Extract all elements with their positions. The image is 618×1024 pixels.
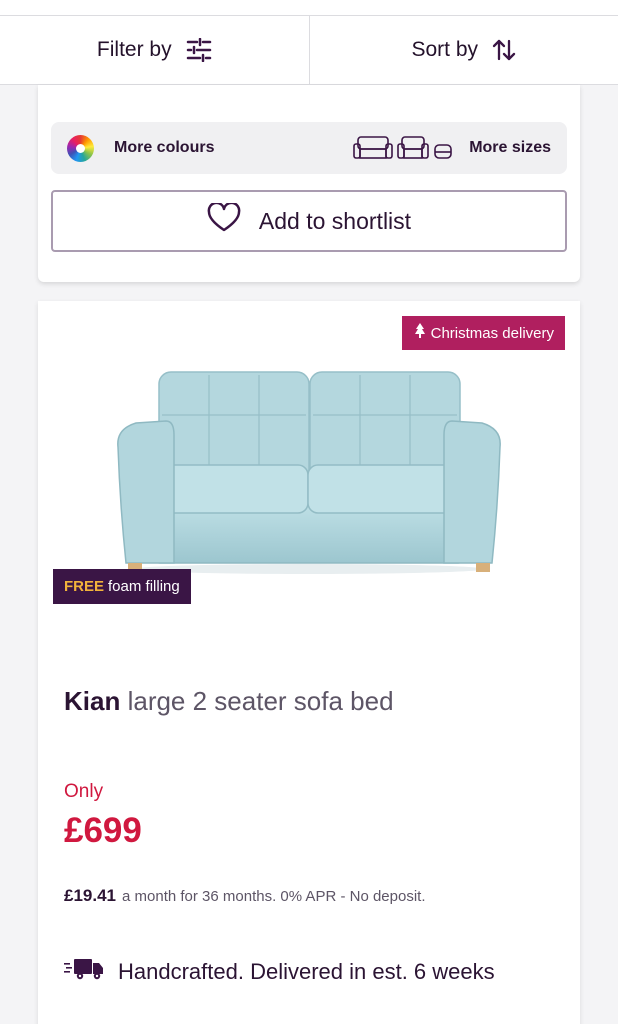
foam-filling-label: foam filling xyxy=(108,578,180,595)
filter-label: Filter by xyxy=(96,38,172,61)
more-colours-link[interactable]: More colours xyxy=(114,139,214,157)
sofa-size-icon xyxy=(353,135,453,161)
filter-sort-toolbar: Filter by Sort by xyxy=(0,16,618,85)
filter-sliders-icon xyxy=(186,38,212,62)
top-strip xyxy=(0,0,618,16)
sort-label: Sort by xyxy=(411,38,479,61)
more-sizes-link[interactable]: More sizes xyxy=(469,139,551,157)
christmas-delivery-label: Christmas delivery xyxy=(430,324,554,342)
colour-wheel-icon[interactable] xyxy=(67,134,94,162)
heart-icon xyxy=(207,201,241,239)
variant-options: More colours More sizes xyxy=(51,122,567,174)
delivery-truck-icon xyxy=(64,958,104,986)
product-title[interactable]: Kian large 2 seater sofa bed xyxy=(64,686,394,717)
product-brand: Kian xyxy=(64,686,121,716)
product-price: £699 xyxy=(64,811,142,850)
sort-button[interactable]: Sort by xyxy=(308,16,618,84)
christmas-delivery-badge: Christmas delivery xyxy=(401,316,565,350)
tree-icon xyxy=(414,323,426,343)
shortlist-label: Add to shortlist xyxy=(258,207,412,234)
free-label: FREE xyxy=(64,578,105,595)
sort-arrows-icon xyxy=(492,38,516,62)
finance-info: £19.41 a month for 36 months. 0% APR - No… xyxy=(64,886,426,906)
finance-text: a month for 36 months. 0% APR - No depos… xyxy=(122,888,426,905)
product-card[interactable]: Christmas delivery FREE foam filling Kia… xyxy=(38,301,580,1024)
free-foam-badge: FREE foam filling xyxy=(53,569,191,604)
filter-button[interactable]: Filter by xyxy=(0,16,309,84)
add-to-shortlist-button[interactable]: Add to shortlist xyxy=(51,190,567,252)
delivery-info: Handcrafted. Delivered in est. 6 weeks xyxy=(64,958,495,986)
price-prefix: Only xyxy=(64,781,104,802)
previous-product-card: More colours More sizes Add to shortlist xyxy=(38,85,580,282)
finance-amount: £19.41 xyxy=(64,886,116,905)
delivery-text: Handcrafted. Delivered in est. 6 weeks xyxy=(118,959,495,984)
product-image[interactable] xyxy=(114,365,504,577)
product-name: large 2 seater sofa bed xyxy=(127,686,394,716)
